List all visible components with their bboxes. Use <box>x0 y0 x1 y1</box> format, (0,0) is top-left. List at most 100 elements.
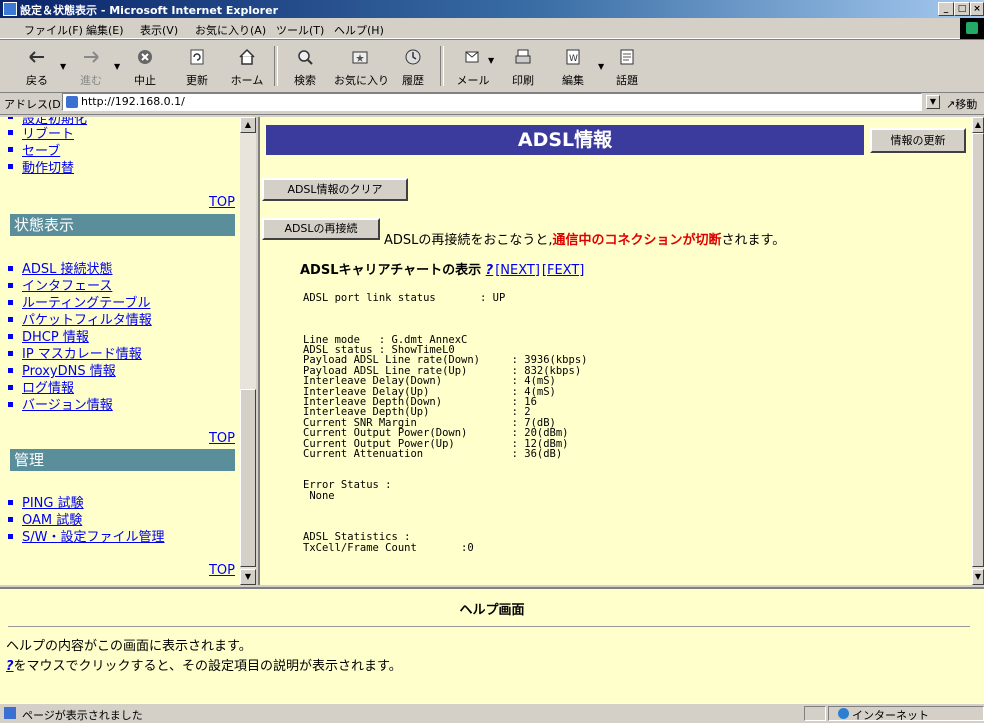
mail-label: メール <box>456 74 490 87</box>
svg-text:W: W <box>569 54 578 64</box>
mail-dropdown-icon[interactable]: ▼ <box>488 56 494 65</box>
print-icon <box>515 49 531 64</box>
search-icon <box>298 50 313 65</box>
help-question-icon: ? <box>6 659 14 674</box>
left-nav-frame: 設定初期化 リブート セーブ 動作切替 TOP 状態表示 ADSL 接続状態 イ… <box>0 117 240 585</box>
top-link[interactable]: TOP <box>209 563 235 578</box>
menu-view[interactable]: 表示(V) <box>140 22 178 38</box>
bullet-icon <box>8 385 13 390</box>
close-button[interactable]: × <box>970 2 984 16</box>
main-frame-scrollbar[interactable]: ▲ ▼ <box>972 117 984 585</box>
menu-bar: ファイル(F) 編集(E) 表示(V) お気に入り(A) ツール(T) ヘルプ(… <box>0 18 984 39</box>
favorites-icon <box>352 51 368 64</box>
scroll-thumb[interactable] <box>240 389 256 567</box>
page-done-icon <box>4 707 16 719</box>
title-bar: 設定＆状態表示 - Microsoft Internet Explorer _ … <box>0 0 984 18</box>
bullet-icon <box>8 117 13 119</box>
maximize-button[interactable]: □ <box>954 2 970 16</box>
back-label: 戻る <box>26 74 48 87</box>
reconnect-note-text: ADSLの再接続をおこなうと, <box>384 233 553 248</box>
refresh-info-button[interactable]: 情報の更新 <box>870 128 966 153</box>
next-link[interactable]: [NEXT] <box>495 263 540 278</box>
help-question-icon[interactable]: ? <box>486 263 494 278</box>
refresh-button[interactable]: 更新 <box>176 40 218 92</box>
reconnect-note-tail: されます。 <box>721 233 786 248</box>
menu-edit[interactable]: 編集(E) <box>86 22 124 38</box>
mail-button[interactable]: メール <box>452 40 494 92</box>
left-frame-scrollbar[interactable]: ▲ ▼ <box>240 117 256 585</box>
go-label: 移動 <box>955 98 978 111</box>
bullet-icon <box>8 164 13 169</box>
forward-dropdown-icon[interactable]: ▼ <box>114 62 120 71</box>
favorites-label: お気に入り <box>334 74 389 87</box>
bullet-icon <box>8 300 13 305</box>
favorites-button[interactable]: お気に入り <box>334 40 389 92</box>
bullet-icon <box>8 283 13 288</box>
internet-zone-icon <box>838 708 849 719</box>
edit-button[interactable]: W 編集 <box>552 40 594 92</box>
stop-button[interactable]: 中止 <box>124 40 166 92</box>
security-zone-text: インターネット <box>852 709 929 722</box>
scroll-up-icon[interactable]: ▲ <box>240 117 256 133</box>
nav-sw-config[interactable]: S/W・設定ファイル管理 <box>22 526 165 545</box>
bullet-icon <box>8 351 13 356</box>
home-icon <box>239 48 255 65</box>
clear-adsl-info-button[interactable]: ADSL情報のクリア <box>262 178 408 201</box>
go-button[interactable]: ↗移動 <box>946 96 977 112</box>
back-dropdown-icon[interactable]: ▼ <box>60 62 66 71</box>
help-text-line2: ?をマウスでクリックすると、その設定項目の説明が表示されます。 <box>6 655 402 674</box>
toolbar: 戻る ▼ 進む ▼ 中止 更新 ホーム 検索 お気に入り 履歴 メール ▼ 印刷… <box>0 39 984 93</box>
reconnect-note: ADSLの再接続をおこなうと,通信中のコネクションが切断されます。 <box>384 229 785 248</box>
menu-tools[interactable]: ツール(T) <box>276 22 324 38</box>
discuss-icon <box>620 49 634 65</box>
scroll-down-icon[interactable]: ▼ <box>240 569 256 585</box>
ie-throbber-logo <box>960 18 984 40</box>
print-label: 印刷 <box>512 74 534 87</box>
minimize-button[interactable]: _ <box>938 2 954 16</box>
discuss-button[interactable]: 話題 <box>606 40 648 92</box>
address-dropdown-icon[interactable]: ▼ <box>926 95 940 109</box>
address-input[interactable]: http://192.168.0.1/ <box>62 93 922 111</box>
print-button[interactable]: 印刷 <box>502 40 544 92</box>
page-icon <box>66 96 78 108</box>
address-bar: アドレス(D) http://192.168.0.1/ ▼ ↗移動 <box>0 92 984 115</box>
nav-version[interactable]: バージョン情報 <box>22 394 113 413</box>
edit-dropdown-icon[interactable]: ▼ <box>598 62 604 71</box>
refresh-label: 更新 <box>186 74 208 87</box>
toolbar-separator <box>274 46 278 86</box>
nav-mode-switch[interactable]: 動作切替 <box>22 157 74 176</box>
back-button[interactable]: 戻る <box>16 40 58 92</box>
discuss-label: 話題 <box>616 74 638 87</box>
mail-icon <box>465 51 479 63</box>
bullet-icon <box>8 334 13 339</box>
menu-favorites[interactable]: お気に入り(A) <box>195 22 266 38</box>
bullet-icon <box>8 368 13 373</box>
manage-section-heading: 管理 <box>10 449 235 471</box>
search-button[interactable]: 検索 <box>284 40 326 92</box>
carrier-chart-label: ADSLキャリアチャートの表示 ? [NEXT] [FEXT] <box>300 259 584 278</box>
help-frame: ヘルプ画面 ヘルプの内容がこの画面に表示されます。 ?をマウスでクリックすると、… <box>0 587 984 703</box>
history-button[interactable]: 履歴 <box>392 40 434 92</box>
edit-word-icon: W <box>566 49 580 65</box>
bullet-icon <box>8 534 13 539</box>
scroll-up-icon[interactable]: ▲ <box>972 117 984 133</box>
page-title: ADSL情報 <box>266 125 864 155</box>
top-link[interactable]: TOP <box>209 431 235 446</box>
home-label: ホーム <box>230 74 264 87</box>
help-text-line1: ヘルプの内容がこの画面に表示されます。 <box>6 639 252 654</box>
fext-link[interactable]: [FEXT] <box>542 263 584 278</box>
carrier-chart-text: ADSLキャリアチャートの表示 <box>300 263 482 278</box>
scroll-thumb[interactable] <box>972 133 984 567</box>
adsl-reconnect-button[interactable]: ADSLの再接続 <box>262 218 380 240</box>
menu-help[interactable]: ヘルプ(H) <box>334 22 384 38</box>
bullet-icon <box>8 402 13 407</box>
scroll-down-icon[interactable]: ▼ <box>972 569 984 585</box>
search-label: 検索 <box>294 74 316 87</box>
stop-icon <box>138 50 152 64</box>
help-title: ヘルプ画面 <box>459 603 525 618</box>
home-button[interactable]: ホーム <box>226 40 268 92</box>
top-link[interactable]: TOP <box>209 195 235 210</box>
menu-file[interactable]: ファイル(F) <box>24 22 83 38</box>
forward-button[interactable]: 進む <box>70 40 112 92</box>
status-text: ページが表示されました <box>22 709 143 722</box>
